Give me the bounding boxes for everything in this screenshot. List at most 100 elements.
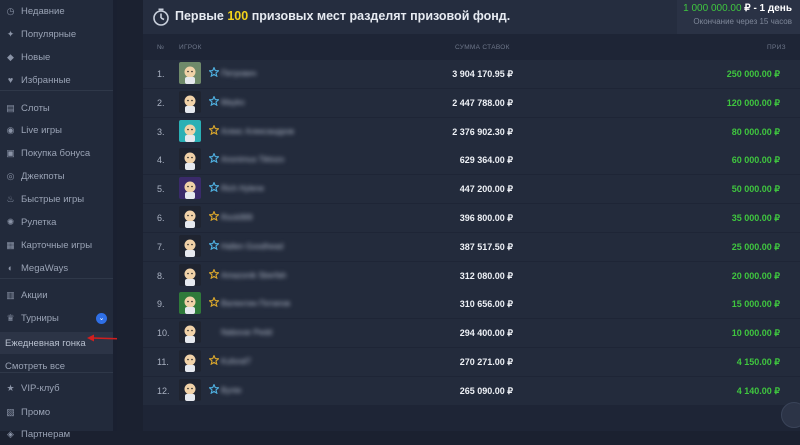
sidebar-item-5[interactable]: ▤ Слоты (0, 97, 113, 119)
sidebar-item-16[interactable]: Смотреть все (0, 355, 113, 377)
row-rank: 3. (157, 126, 165, 137)
sidebar-item-18[interactable]: ▧ Промо (0, 401, 113, 423)
player-avatar (179, 292, 201, 315)
diamond-icon: ◆ (7, 51, 14, 62)
blue-star-icon (208, 66, 220, 80)
gift-icon: ▥ (6, 289, 15, 300)
sidebar-item-label: Live игры (21, 124, 62, 136)
table-row: 3. Алекс Александров 2 376 902.30 ₽ 80 000.… (143, 117, 800, 146)
sidebar-item-10[interactable]: ✺ Рулетка (0, 211, 113, 233)
race-panel: Первые 100 призовых мест разделят призов… (143, 0, 800, 431)
player-name: Nabovar Pedd (221, 328, 273, 338)
row-rank: 12. (157, 385, 170, 396)
trophy-icon: ♛ (6, 312, 15, 323)
table-row: 5. Rich Hylene 447 200.00 ₽ 50 000.00 ₽ (143, 175, 800, 204)
sidebar-item-8[interactable]: ◎ Джекпоты (0, 165, 113, 187)
blue-star-icon (208, 95, 220, 109)
table-row: 7. Hallen Goodhead 387 517.50 ₽ 25 000.00 ₽ (143, 232, 800, 261)
bet-amount: 447 200.00 ₽ (459, 184, 513, 195)
sidebar-item-4[interactable]: ♥ Избранные (0, 69, 113, 91)
header-text-before: Первые (175, 9, 228, 23)
blue-star-icon (208, 152, 220, 166)
blue-star-icon (208, 239, 220, 253)
help-chat-button[interactable] (781, 402, 800, 428)
player-avatar (179, 62, 201, 84)
bet-amount: 270 271.00 ₽ (459, 357, 513, 367)
player-name: Amazonik Sberfah (221, 270, 287, 280)
row-rank: 4. (157, 155, 165, 166)
player-name: Kuforaf7 (221, 357, 252, 366)
live-icon: ◉ (6, 124, 15, 135)
tournaments-expand-icon[interactable]: ⌄ (96, 312, 107, 324)
player-name: Петрович (221, 69, 257, 78)
player-avatar (179, 90, 201, 113)
table-row: 11. Kuforaf7 270 271.00 ₽ 4 150.00 ₽ (143, 348, 800, 376)
megaways-icon: ◐ (7, 263, 14, 273)
sidebar-item-9[interactable]: ♨ Быстрые игры (0, 188, 113, 210)
content-gutter (117, 0, 143, 431)
sidebar-item-label: Покупка бонуса (21, 147, 91, 159)
sidebar-item-19[interactable]: ◈ Партнерам (0, 423, 113, 445)
player-name: Валентин Потапов (221, 299, 291, 309)
race-timer-icon (151, 7, 171, 30)
sidebar-item-12[interactable]: ◐ MegaWays (0, 257, 113, 279)
sidebar-item-label: Партнерам (21, 428, 71, 440)
bet-amount: 2 447 788.00 ₽ (452, 97, 513, 108)
sidebar-item-11[interactable]: ▦ Карточные игры (0, 234, 113, 256)
sidebar-item-7[interactable]: ▣ Покупка бонуса (0, 142, 113, 164)
table-row: 9. Валентин Потапов 310 656.00 ₽ 15 000.00 … (143, 290, 800, 319)
row-rank: 5. (157, 184, 165, 195)
bet-amount: 629 364.00 ₽ (459, 155, 513, 166)
prize-fund-amount: 1 000 000.00 (683, 3, 742, 14)
prize-amount: 20 000.00 ₽ (731, 270, 780, 281)
prize-amount: 4 150.00 ₽ (736, 357, 780, 367)
prize-amount: 25 000.00 ₽ (731, 241, 780, 252)
sidebar-item-3[interactable]: ◆ Новые (0, 46, 113, 68)
header-text-after: призовых мест разделят призовой фонд. (248, 9, 511, 23)
sidebar-item-label: Новые (21, 51, 51, 63)
row-rank: 9. (157, 299, 165, 310)
bet-amount: 312 080.00 ₽ (459, 270, 513, 281)
slots-icon: ▤ (6, 102, 15, 113)
prize-amount: 60 000.00 ₽ (731, 155, 780, 166)
sidebar: ◷ Недавние ✦ Популярные ◆ Новые ♥ Избранные ▤ Сло… (0, 0, 128, 440)
sidebar-item-label: Промо (21, 406, 51, 418)
clock-icon: ◷ (6, 5, 15, 16)
sidebar-item-label: Акции (21, 289, 48, 301)
race-ends-in: Окончание через 15 часов (693, 17, 792, 26)
sidebar-item-1[interactable]: ◷ Недавние (0, 0, 113, 22)
gold-star-icon (208, 210, 220, 224)
player-avatar (179, 177, 201, 200)
player-name: Hallen Goodhead (221, 241, 284, 251)
row-rank: 2. (157, 97, 165, 108)
row-rank: 6. (157, 213, 165, 223)
sidebar-item-17[interactable]: ★ VIP-клуб (0, 377, 113, 399)
jackpot-icon: ◎ (6, 170, 15, 181)
row-rank: 1. (157, 69, 165, 79)
gold-star-icon (208, 123, 220, 138)
bet-amount: 396 800.00 ₽ (459, 213, 513, 223)
bet-amount: 3 904 170.95 ₽ (452, 69, 513, 79)
header-highlight-number: 100 (227, 9, 249, 23)
sidebar-item-label: Турниры (21, 312, 59, 324)
sidebar-item-13[interactable]: ▥ Акции (0, 284, 113, 306)
player-name: Rock999 (221, 213, 253, 222)
sidebar-item-6[interactable]: ◉ Live игры (0, 119, 113, 141)
sidebar-item-label: Слоты (21, 102, 50, 114)
table-row: 10. Nabovar Pedd 294 400.00 ₽ 10 000.00 ₽ (143, 319, 800, 348)
prize-amount: 80 000.00 ₽ (731, 126, 780, 137)
player-name: Mayko (221, 97, 245, 107)
cards-icon: ▦ (6, 239, 15, 250)
prize-fund-period: ₽ - 1 день (741, 3, 792, 14)
column-header-bets: СУММА СТАВОК (455, 44, 510, 51)
prize-amount: 15 000.00 ₽ (731, 299, 780, 310)
sidebar-item-14[interactable]: ♛ Турниры ⌄ (0, 307, 113, 329)
table-row: 8. Amazonik Sberfah 312 080.00 ₽ 20 000.00 … (143, 261, 800, 290)
sidebar-item-label: VIP-клуб (21, 382, 60, 394)
bet-amount: 265 090.00 ₽ (459, 385, 513, 396)
player-name: Bynte (221, 385, 242, 395)
row-rank: 11. (157, 357, 169, 367)
player-avatar (179, 350, 201, 372)
player-avatar (179, 234, 201, 257)
sidebar-item-2[interactable]: ✦ Популярные (0, 23, 113, 45)
